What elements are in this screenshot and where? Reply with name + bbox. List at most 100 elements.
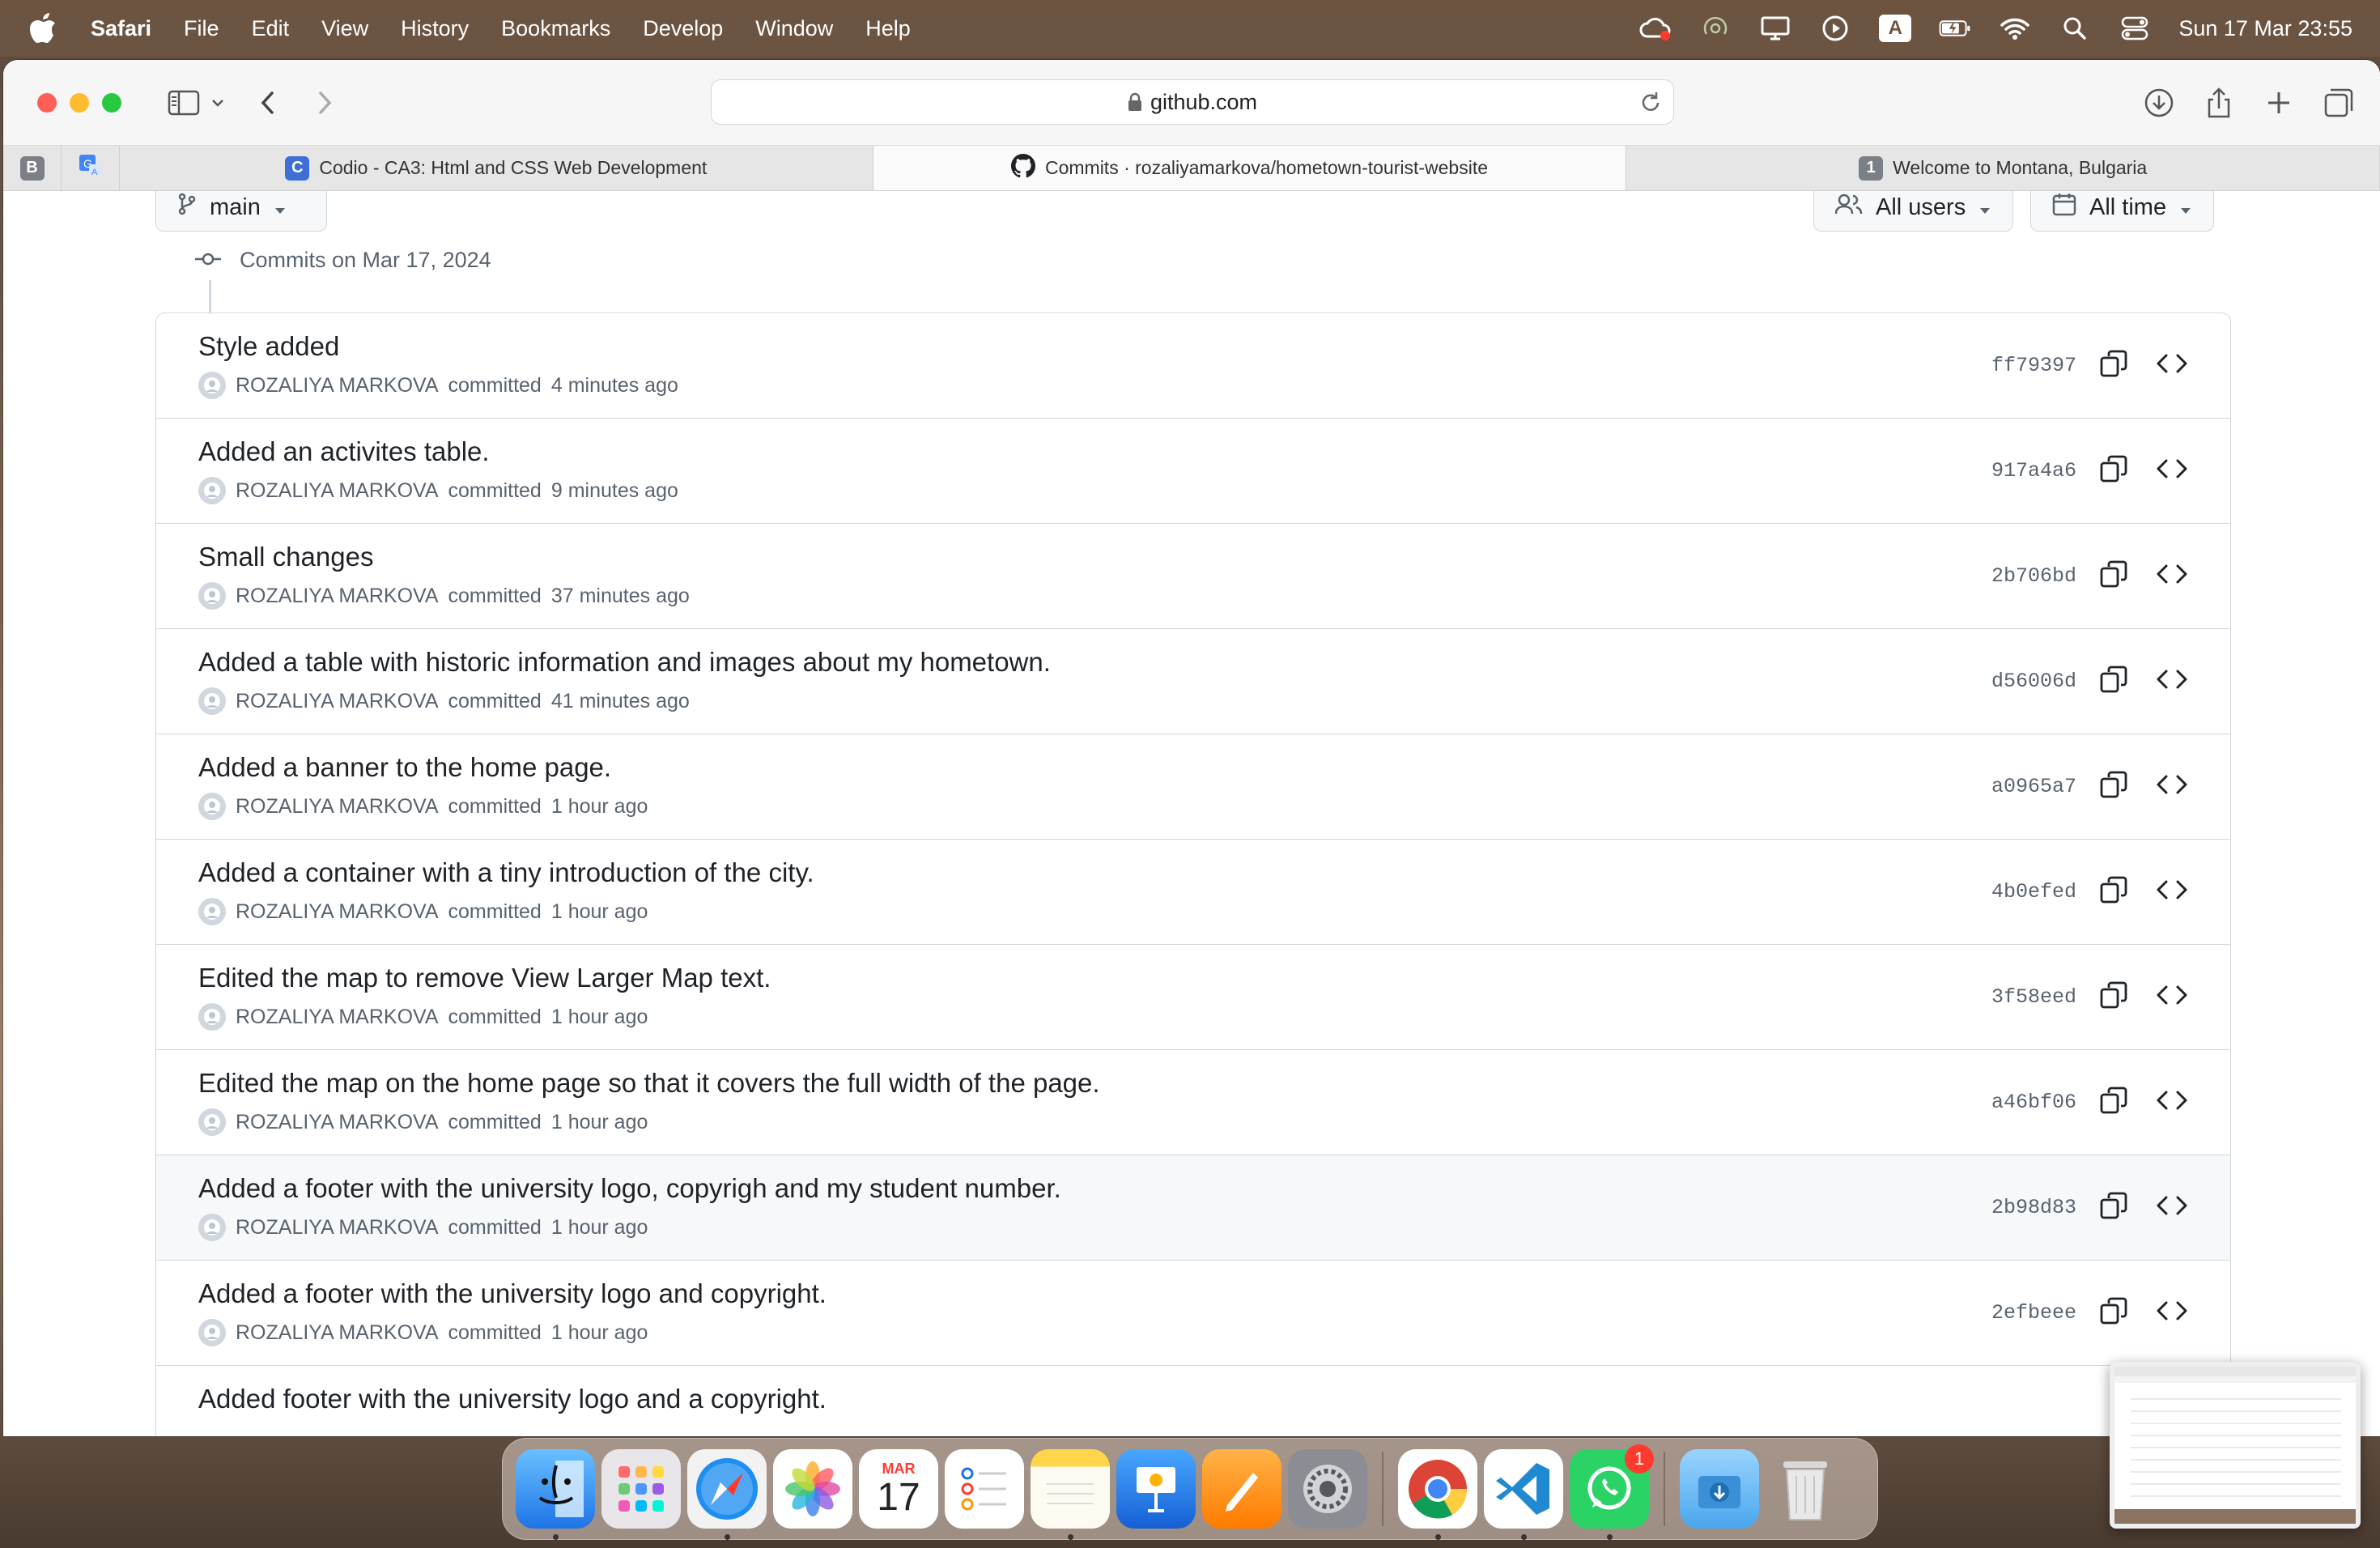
- trash-icon[interactable]: [1766, 1449, 1845, 1529]
- commit-message-link[interactable]: Edited the map on the home page so that …: [198, 1068, 1100, 1099]
- commit-message-link[interactable]: Edited the map to remove View Larger Map…: [198, 963, 771, 993]
- play-icon[interactable]: [1819, 12, 1851, 45]
- chevron-down-icon[interactable]: [204, 83, 232, 123]
- commit-row[interactable]: Added a footer with the university logo …: [156, 1261, 2230, 1366]
- menu-app-name[interactable]: Safari: [91, 16, 151, 41]
- commit-sha-link[interactable]: ff79397: [1991, 354, 2076, 377]
- reload-icon[interactable]: [1639, 90, 1662, 120]
- commit-row[interactable]: Style added ROZALIYA MARKOVA committed 4 mi…: [156, 313, 2230, 419]
- browse-code-icon[interactable]: [2156, 1086, 2188, 1119]
- commit-row[interactable]: Added a table with historic information …: [156, 629, 2230, 734]
- browse-code-icon[interactable]: [2156, 875, 2188, 908]
- tab-github-commits[interactable]: Commits · rozaliyamarkova/hometown-touri…: [873, 146, 1627, 190]
- new-tab-icon[interactable]: [2259, 83, 2299, 123]
- commit-row[interactable]: Added footer with the university logo an…: [156, 1366, 2230, 1436]
- creative-cloud-icon[interactable]: [1639, 12, 1672, 45]
- commit-author-link[interactable]: ROZALIYA MARKOVA: [236, 795, 439, 819]
- commit-message-link[interactable]: Style added: [198, 331, 339, 362]
- close-window-button[interactable]: [37, 92, 57, 113]
- display-icon[interactable]: [1759, 12, 1791, 45]
- menu-history[interactable]: History: [401, 16, 469, 41]
- menu-bookmarks[interactable]: Bookmarks: [501, 16, 610, 41]
- finder-icon[interactable]: [516, 1449, 595, 1540]
- wifi-icon[interactable]: [1999, 12, 2031, 45]
- commit-sha-link[interactable]: 2b706bd: [1991, 564, 2076, 588]
- commit-message-link[interactable]: Added a container with a tiny introducti…: [198, 857, 814, 888]
- avatar[interactable]: [198, 372, 226, 399]
- minimize-window-button[interactable]: [70, 92, 89, 113]
- commit-sha-link[interactable]: 2b98d83: [1991, 1196, 2076, 1219]
- commit-sha-link[interactable]: d56006d: [1991, 670, 2076, 693]
- input-source-indicator[interactable]: A: [1879, 12, 1912, 45]
- system-settings-icon[interactable]: [1288, 1449, 1367, 1529]
- branch-selector-button[interactable]: main: [155, 191, 327, 232]
- browse-code-icon[interactable]: [2156, 770, 2188, 803]
- menu-develop[interactable]: Develop: [643, 16, 723, 41]
- commit-author-link[interactable]: ROZALIYA MARKOVA: [236, 900, 439, 924]
- menu-file[interactable]: File: [184, 16, 219, 41]
- commit-sha-link[interactable]: 3f58eed: [1991, 985, 2076, 1009]
- pinned-tab-translate[interactable]: GA: [62, 146, 120, 190]
- menu-view[interactable]: View: [321, 16, 368, 41]
- commit-message-link[interactable]: Added a footer with the university logo,…: [198, 1173, 1061, 1204]
- menu-edit[interactable]: Edit: [252, 16, 290, 41]
- copy-icon[interactable]: [2099, 770, 2128, 803]
- pinned-tab-b[interactable]: B: [3, 146, 62, 190]
- copy-icon[interactable]: [2099, 665, 2128, 698]
- tab-montana[interactable]: 1 Welcome to Montana, Bulgaria: [1626, 146, 2380, 190]
- commit-sha-link[interactable]: a46bf06: [1991, 1091, 2076, 1114]
- pages-icon[interactable]: [1202, 1449, 1281, 1529]
- menu-window[interactable]: Window: [755, 16, 833, 41]
- commit-row[interactable]: Added a container with a tiny introducti…: [156, 840, 2230, 945]
- browse-code-icon[interactable]: [2156, 980, 2188, 1014]
- menu-help[interactable]: Help: [865, 16, 911, 41]
- commit-row[interactable]: Added an activites table. ROZALIYA MARKOV…: [156, 419, 2230, 524]
- avatar[interactable]: [198, 1108, 226, 1136]
- avatar[interactable]: [198, 582, 226, 610]
- time-filter-button[interactable]: All time: [2030, 191, 2215, 232]
- commit-message-link[interactable]: Small changes: [198, 542, 373, 572]
- avatar[interactable]: [198, 1319, 226, 1346]
- launchpad-icon[interactable]: [601, 1449, 681, 1529]
- commit-author-link[interactable]: ROZALIYA MARKOVA: [236, 1111, 439, 1134]
- commit-sha-link[interactable]: 4b0efed: [1991, 880, 2076, 904]
- airdrop-icon[interactable]: [1699, 12, 1732, 45]
- avatar[interactable]: [198, 1214, 226, 1241]
- photos-icon[interactable]: [773, 1449, 852, 1529]
- browse-code-icon[interactable]: [2156, 1296, 2188, 1329]
- commit-author-link[interactable]: ROZALIYA MARKOVA: [236, 1216, 439, 1240]
- avatar[interactable]: [198, 793, 226, 820]
- commit-message-link[interactable]: Added footer with the university logo an…: [198, 1384, 827, 1414]
- commit-row[interactable]: Added a banner to the home page. ROZALIYA…: [156, 734, 2230, 840]
- browse-code-icon[interactable]: [2156, 1191, 2188, 1224]
- commit-author-link[interactable]: ROZALIYA MARKOVA: [236, 1321, 439, 1345]
- avatar[interactable]: [198, 477, 226, 504]
- avatar[interactable]: [198, 1003, 226, 1031]
- chrome-icon[interactable]: [1398, 1449, 1477, 1540]
- avatar[interactable]: [198, 687, 226, 715]
- copy-icon[interactable]: [2099, 875, 2128, 908]
- copy-icon[interactable]: [2099, 1086, 2128, 1119]
- downloads-folder-icon[interactable]: [1680, 1449, 1759, 1529]
- browse-code-icon[interactable]: [2156, 349, 2188, 382]
- reminders-icon[interactable]: [945, 1449, 1024, 1529]
- copy-icon[interactable]: [2099, 349, 2128, 382]
- screenshot-thumbnail[interactable]: [2110, 1362, 2361, 1529]
- commit-row[interactable]: Edited the map on the home page so that …: [156, 1050, 2230, 1155]
- commit-author-link[interactable]: ROZALIYA MARKOVA: [236, 585, 439, 608]
- safari-dock-icon[interactable]: [687, 1449, 767, 1540]
- browse-code-icon[interactable]: [2156, 454, 2188, 487]
- notes-icon[interactable]: [1031, 1449, 1110, 1540]
- commit-sha-link[interactable]: 2efbeee: [1991, 1301, 2076, 1325]
- tab-overview-icon[interactable]: [2318, 83, 2359, 123]
- commit-message-link[interactable]: Added a table with historic information …: [198, 647, 1051, 678]
- copy-icon[interactable]: [2099, 980, 2128, 1014]
- commit-author-link[interactable]: ROZALIYA MARKOVA: [236, 690, 439, 713]
- forward-button[interactable]: [304, 83, 345, 123]
- spotlight-search-icon[interactable]: [2059, 12, 2091, 45]
- browse-code-icon[interactable]: [2156, 665, 2188, 698]
- users-filter-button[interactable]: All users: [1813, 191, 2014, 232]
- commit-row[interactable]: Edited the map to remove View Larger Map…: [156, 945, 2230, 1050]
- commit-row[interactable]: Added a footer with the university logo,…: [156, 1155, 2230, 1261]
- menu-clock[interactable]: Sun 17 Mar 23:55: [2178, 16, 2352, 41]
